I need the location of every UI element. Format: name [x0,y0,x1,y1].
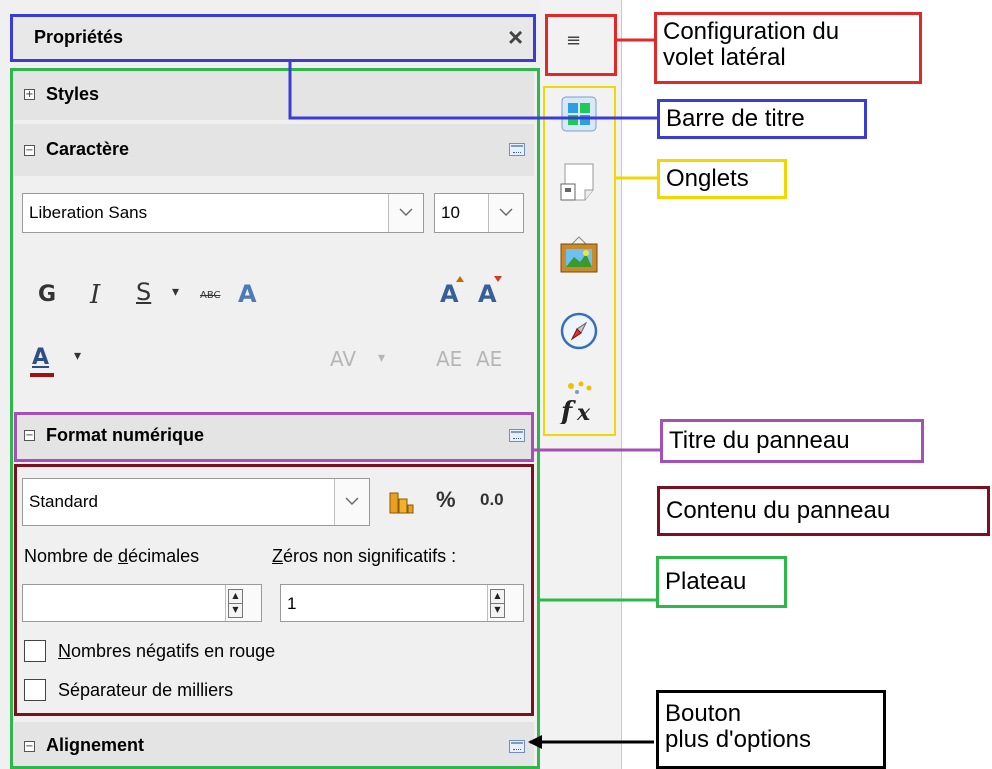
callout-tabs: Onglets [657,159,787,199]
callout-more-options: Bouton plus d'options [656,690,886,769]
callout-panel-content: Contenu du panneau [657,486,990,536]
callout-deck: Plateau [656,556,787,608]
callout-panel-title: Titre du panneau [660,419,924,463]
callout-sidebar-config: Configuration du volet latéral [654,12,922,84]
callout-title-bar: Barre de titre [657,99,867,139]
